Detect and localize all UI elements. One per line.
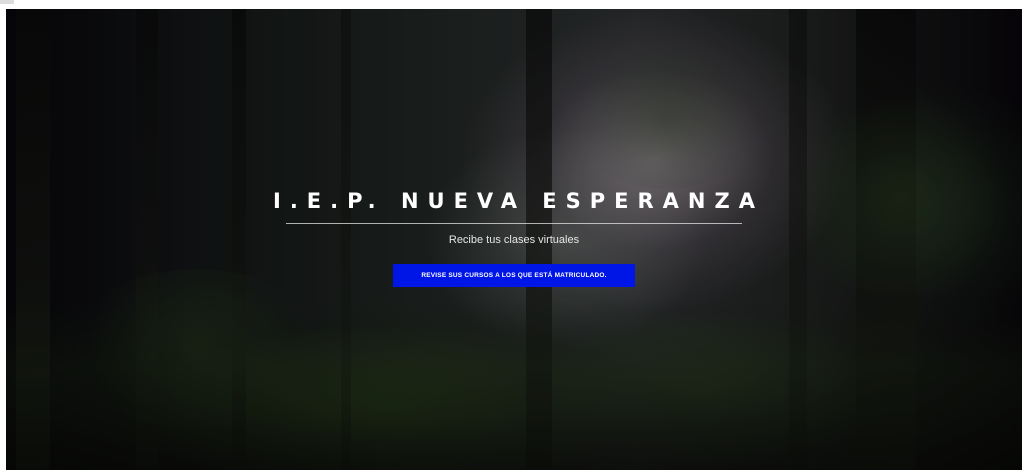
title-divider: [286, 223, 742, 224]
site-logo[interactable]: [0, 0, 14, 4]
page-title: I.E.P. NUEVA ESPERANZA: [273, 189, 764, 213]
view-courses-button[interactable]: REVISE SUS CURSOS A LOS QUE ESTÁ MATRICU…: [393, 264, 635, 287]
top-bar: [0, 0, 1022, 9]
hero-content: I.E.P. NUEVA ESPERANZA Recibe tus clases…: [6, 187, 1022, 287]
hero-banner: I.E.P. NUEVA ESPERANZA Recibe tus clases…: [6, 9, 1022, 470]
hero-subtitle: Recibe tus clases virtuales: [448, 234, 580, 246]
